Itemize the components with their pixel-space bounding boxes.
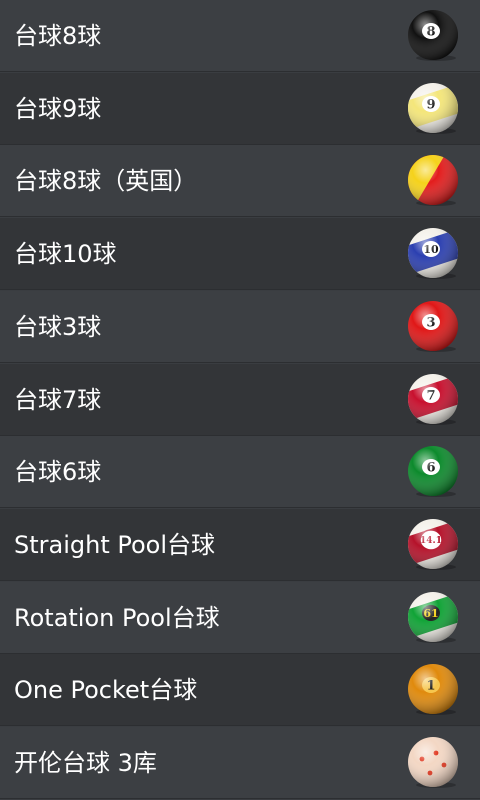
seven-ball-icon: 7: [406, 372, 460, 426]
game-list-item[interactable]: Rotation Pool台球 61: [0, 582, 480, 654]
game-list-item[interactable]: 台球10球 10: [0, 218, 480, 290]
game-list-item[interactable]: 台球6球 6: [0, 436, 480, 508]
ten-ball-icon: 10: [406, 226, 460, 280]
game-item-label: 台球8球（英国）: [14, 167, 198, 195]
eight-ball-icon: 8: [406, 8, 460, 62]
three-ball-icon: 3: [406, 299, 460, 353]
rotation-pool-ball-icon: 61: [406, 590, 460, 644]
one-pocket-ball-icon: 1: [406, 662, 460, 716]
game-item-label: 台球3球: [14, 313, 102, 341]
game-item-label: Straight Pool台球: [14, 531, 216, 559]
game-list-item[interactable]: 台球8球（英国）: [0, 145, 480, 217]
carom-ball-icon: [406, 735, 460, 789]
game-list-item[interactable]: 台球7球 7: [0, 364, 480, 436]
game-item-label: 台球10球: [14, 240, 117, 268]
game-list: 台球8球 8 台球9球 9 台球8球（英国）: [0, 0, 480, 800]
game-list-item[interactable]: 台球3球 3: [0, 291, 480, 363]
uk-pool-ball-icon: [406, 153, 460, 207]
game-item-label: Rotation Pool台球: [14, 604, 220, 632]
game-list-item[interactable]: Straight Pool台球 14.1: [0, 509, 480, 581]
game-item-label: 开伦台球 3库: [14, 749, 157, 777]
game-list-item[interactable]: 开伦台球 3库: [0, 727, 480, 799]
game-list-item[interactable]: One Pocket台球 1: [0, 654, 480, 726]
game-list-item[interactable]: 台球9球 9: [0, 73, 480, 145]
game-item-label: 台球6球: [14, 458, 102, 486]
game-item-label: 台球7球: [14, 386, 102, 414]
game-item-label: One Pocket台球: [14, 676, 198, 704]
nine-ball-icon: 9: [406, 81, 460, 135]
game-item-label: 台球8球: [14, 22, 102, 50]
game-item-label: 台球9球: [14, 95, 102, 123]
straight-pool-ball-icon: 14.1: [406, 517, 460, 571]
game-list-item[interactable]: 台球8球 8: [0, 0, 480, 72]
six-ball-icon: 6: [406, 444, 460, 498]
